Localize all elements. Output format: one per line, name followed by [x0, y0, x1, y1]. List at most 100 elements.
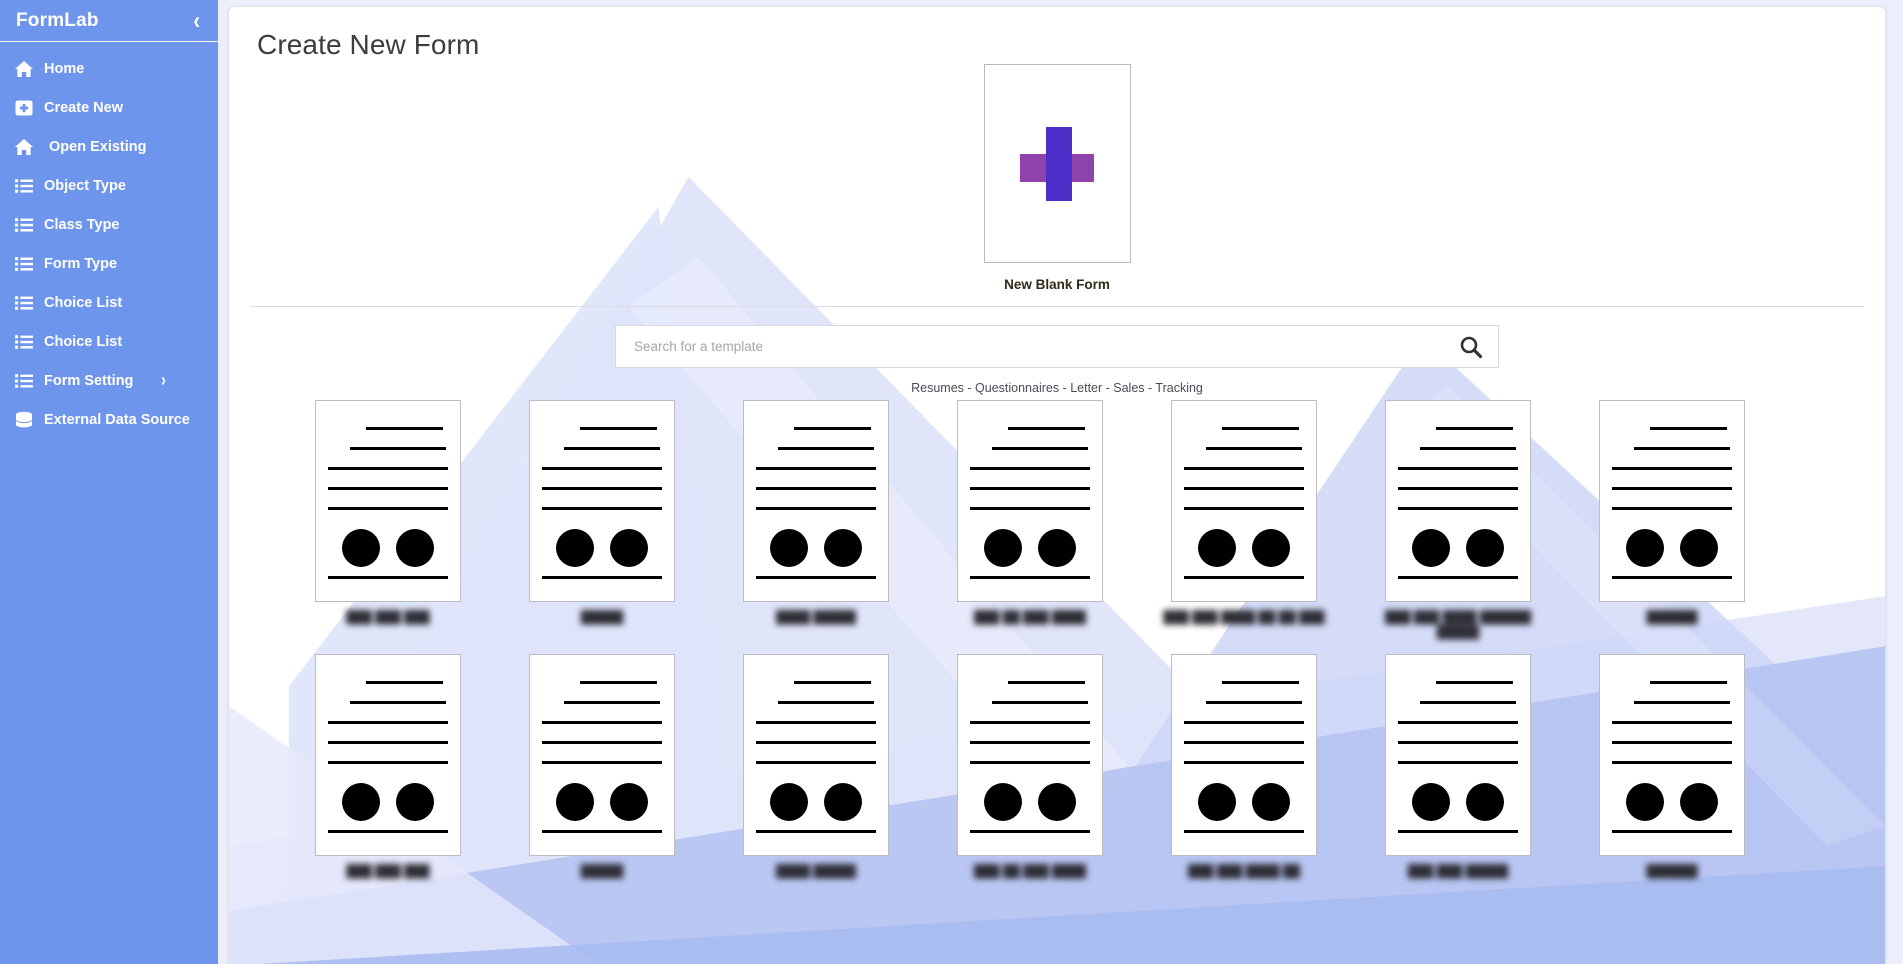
thumb-line: [1205, 447, 1302, 450]
template-caption: ███ ███ ████ ██ ██ ███: [1163, 610, 1325, 624]
template-thumbnail[interactable]: [1385, 400, 1531, 602]
template-thumbnail[interactable]: [957, 654, 1103, 856]
thumb-avatars: [542, 781, 662, 821]
thumb-line: [756, 576, 876, 579]
sidebar-item-class-type[interactable]: Class Type: [0, 205, 218, 244]
template-cell: ██████: [1568, 400, 1776, 640]
thumb-avatars: [1184, 781, 1304, 821]
sidebar-item-create-new[interactable]: Create New: [0, 88, 218, 127]
template-cell: ███ ██ ███ ████: [926, 400, 1134, 640]
sidebar-item-object-type[interactable]: Object Type: [0, 166, 218, 205]
template-thumbnail[interactable]: [529, 400, 675, 602]
thumb-line: [1612, 576, 1732, 579]
thumb-circle: [342, 529, 380, 567]
list-icon-wrap: [14, 370, 40, 392]
thumb-line: [542, 830, 662, 833]
thumb-line: [756, 741, 876, 744]
plus-icon-vertical-bar: [1046, 126, 1072, 201]
template-caption: ███ ███ ████ ██: [1187, 864, 1301, 878]
thumb-line: [756, 487, 876, 490]
main-content-panel: Create New Form New Blank Form Search fo…: [228, 6, 1886, 964]
thumb-line: [542, 576, 662, 579]
sidebar-item-form-setting[interactable]: Form Setting ›: [0, 361, 218, 400]
chevron-right-icon[interactable]: ›: [161, 370, 166, 390]
page-title: Create New Form: [257, 29, 480, 60]
thumb-line: [563, 447, 660, 450]
sidebar-item-label: Home: [44, 60, 85, 77]
sidebar-item-choice-list[interactable]: Choice List: [0, 322, 218, 361]
thumb-line: [1612, 467, 1732, 470]
thumb-line: [794, 427, 872, 430]
thumb-circle: [396, 529, 434, 567]
template-thumbnail[interactable]: [743, 400, 889, 602]
template-thumbnail[interactable]: [1385, 654, 1531, 856]
thumb-avatars: [328, 527, 448, 567]
thumb-avatars: [328, 781, 448, 821]
thumb-line: [1436, 427, 1514, 430]
template-thumbnail[interactable]: [743, 654, 889, 856]
thumb-avatars: [1398, 781, 1518, 821]
template-cell: ███ ██ ███ ████: [926, 654, 1134, 879]
thumb-line: [777, 447, 874, 450]
search-input[interactable]: [616, 326, 1444, 367]
template-thumbnail[interactable]: [1599, 654, 1745, 856]
home-icon-wrap: [14, 58, 40, 80]
thumb-avatars: [1612, 781, 1732, 821]
thumb-circle: [1252, 529, 1290, 567]
thumb-circle: [610, 783, 648, 821]
template-caption: ███ ██ ███ ████: [973, 864, 1087, 878]
app-brand-title: FormLab: [16, 9, 99, 31]
chevron-left-icon[interactable]: ‹: [193, 8, 200, 33]
sidebar-item-choice-list[interactable]: Choice List: [0, 283, 218, 322]
template-thumbnail[interactable]: [957, 400, 1103, 602]
thumb-circle: [770, 529, 808, 567]
sidebar-item-external-data-source[interactable]: External Data Source: [0, 400, 218, 439]
sidebar-item-label: Form Type: [44, 255, 118, 272]
thumb-line: [1398, 721, 1518, 724]
thumb-line: [1612, 507, 1732, 510]
thumb-line: [1633, 701, 1730, 704]
template-categories[interactable]: Resumes - Questionnaires - Letter - Sale…: [229, 381, 1885, 395]
thumb-line: [328, 721, 448, 724]
template-cell: █████: [498, 654, 706, 879]
list-icon-wrap: [14, 214, 40, 236]
thumb-avatars: [542, 527, 662, 567]
thumb-avatars: [756, 781, 876, 821]
thumb-circle: [1466, 529, 1504, 567]
thumb-circle: [984, 529, 1022, 567]
sidebar-item-home[interactable]: Home: [0, 49, 218, 88]
section-divider: [250, 306, 1864, 307]
thumb-circle: [1038, 783, 1076, 821]
template-thumbnail[interactable]: [529, 654, 675, 856]
thumb-avatars: [970, 527, 1090, 567]
thumb-circle: [556, 529, 594, 567]
sidebar-item-label: Choice List: [44, 294, 123, 311]
thumb-circle: [556, 783, 594, 821]
template-thumbnail[interactable]: [1171, 400, 1317, 602]
template-search-area: [229, 325, 1885, 368]
sidebar-item-label: Class Type: [44, 216, 120, 233]
template-cell: ███ ███ █████: [1354, 654, 1562, 879]
thumb-avatars: [756, 527, 876, 567]
template-thumbnail[interactable]: [1171, 654, 1317, 856]
new-blank-form-card[interactable]: [983, 64, 1131, 263]
template-thumbnail[interactable]: [315, 654, 461, 856]
thumb-line: [542, 487, 662, 490]
search-button[interactable]: [1444, 326, 1498, 367]
thumb-circle: [1252, 783, 1290, 821]
thumb-line: [1612, 761, 1732, 764]
template-thumbnail[interactable]: [1599, 400, 1745, 602]
thumb-line: [1184, 507, 1304, 510]
thumb-line: [1184, 721, 1304, 724]
thumb-line: [970, 761, 1090, 764]
home-icon: [15, 60, 33, 77]
template-cell: ███ ███ ████ ██████ █████: [1354, 400, 1562, 640]
thumb-line: [580, 681, 658, 684]
sidebar-item-form-type[interactable]: Form Type: [0, 244, 218, 283]
thumb-circle: [1038, 529, 1076, 567]
sidebar-brand-row: FormLab ‹: [0, 0, 218, 42]
sidebar-item-open-existing[interactable]: Open Existing: [0, 127, 218, 166]
template-thumbnail[interactable]: [315, 400, 461, 602]
thumb-line: [328, 741, 448, 744]
sidebar: FormLab ‹ Home Create New Open Existing Obj…: [0, 0, 218, 964]
